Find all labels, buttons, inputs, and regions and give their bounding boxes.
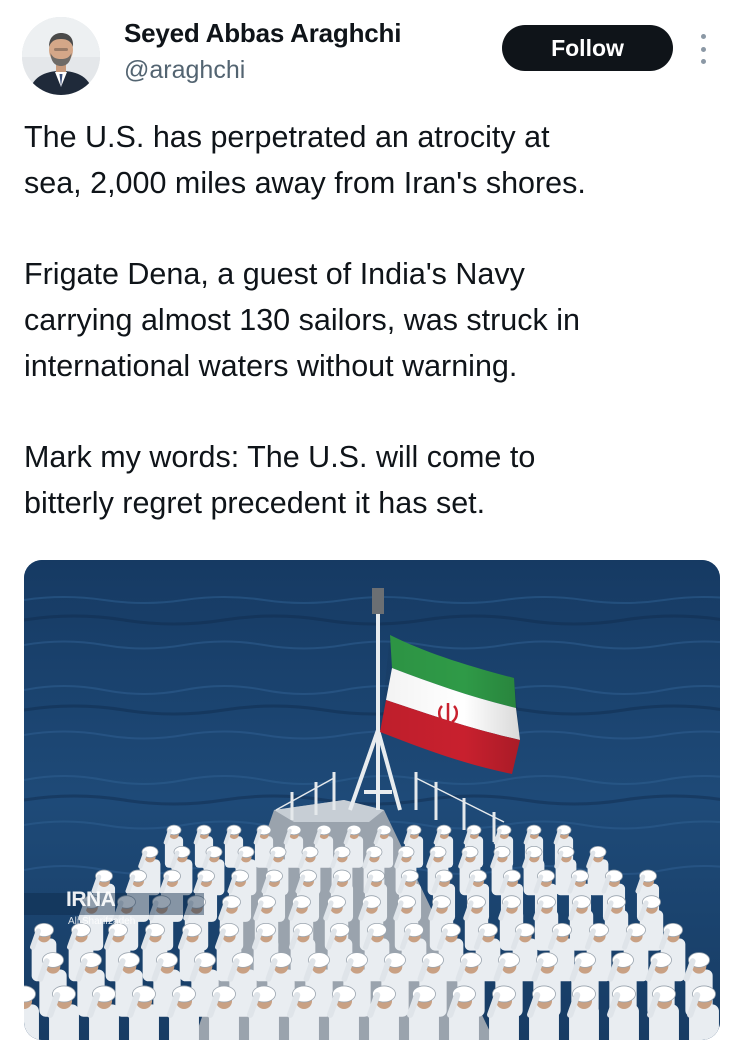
irna-watermark: IRNA [66, 888, 116, 911]
tweet-line: The U.S. has perpetrated an atrocity at [24, 120, 550, 154]
tweet-text: The U.S. has perpetrated an atrocity at … [24, 114, 724, 526]
dot [700, 34, 706, 39]
tweet-line: carrying almost 130 sailors, was struck … [24, 303, 580, 337]
tweet-paragraph: The U.S. has perpetrated an atrocity at … [24, 114, 724, 206]
profile-photo [22, 17, 100, 95]
more-vertical-icon[interactable] [695, 34, 711, 64]
sailor-uniform [24, 1004, 39, 1040]
dot [700, 59, 706, 64]
tweet-paragraph: Frigate Dena, a guest of India's Navy ca… [24, 251, 724, 389]
avatar[interactable] [22, 17, 100, 95]
author-handle[interactable]: @araghchi [124, 56, 245, 85]
tweet-line: bitterly regret precedent it has set. [24, 486, 486, 520]
follow-button[interactable]: Follow [502, 25, 673, 71]
tweet-paragraph: Mark my words: The U.S. will come to bit… [24, 434, 724, 526]
tweet-line: Frigate Dena, a guest of India's Navy [24, 257, 525, 291]
tweet-line: Mark my words: The U.S. will come to [24, 440, 536, 474]
tweet-line: sea, 2,000 miles away from Iran's shores… [24, 166, 586, 200]
photo-credit: Ali Sharifzadeh [68, 916, 136, 927]
tweet-header: Seyed Abbas Araghchi @araghchi Follow [0, 0, 742, 110]
tweet-image[interactable]: IRNA Ali Sharifzadeh [24, 560, 720, 1040]
dot [700, 46, 706, 52]
author-name[interactable]: Seyed Abbas Araghchi [124, 18, 401, 49]
tweet-line: international waters without warning. [24, 349, 518, 383]
ship-flag-photo [24, 560, 720, 1040]
